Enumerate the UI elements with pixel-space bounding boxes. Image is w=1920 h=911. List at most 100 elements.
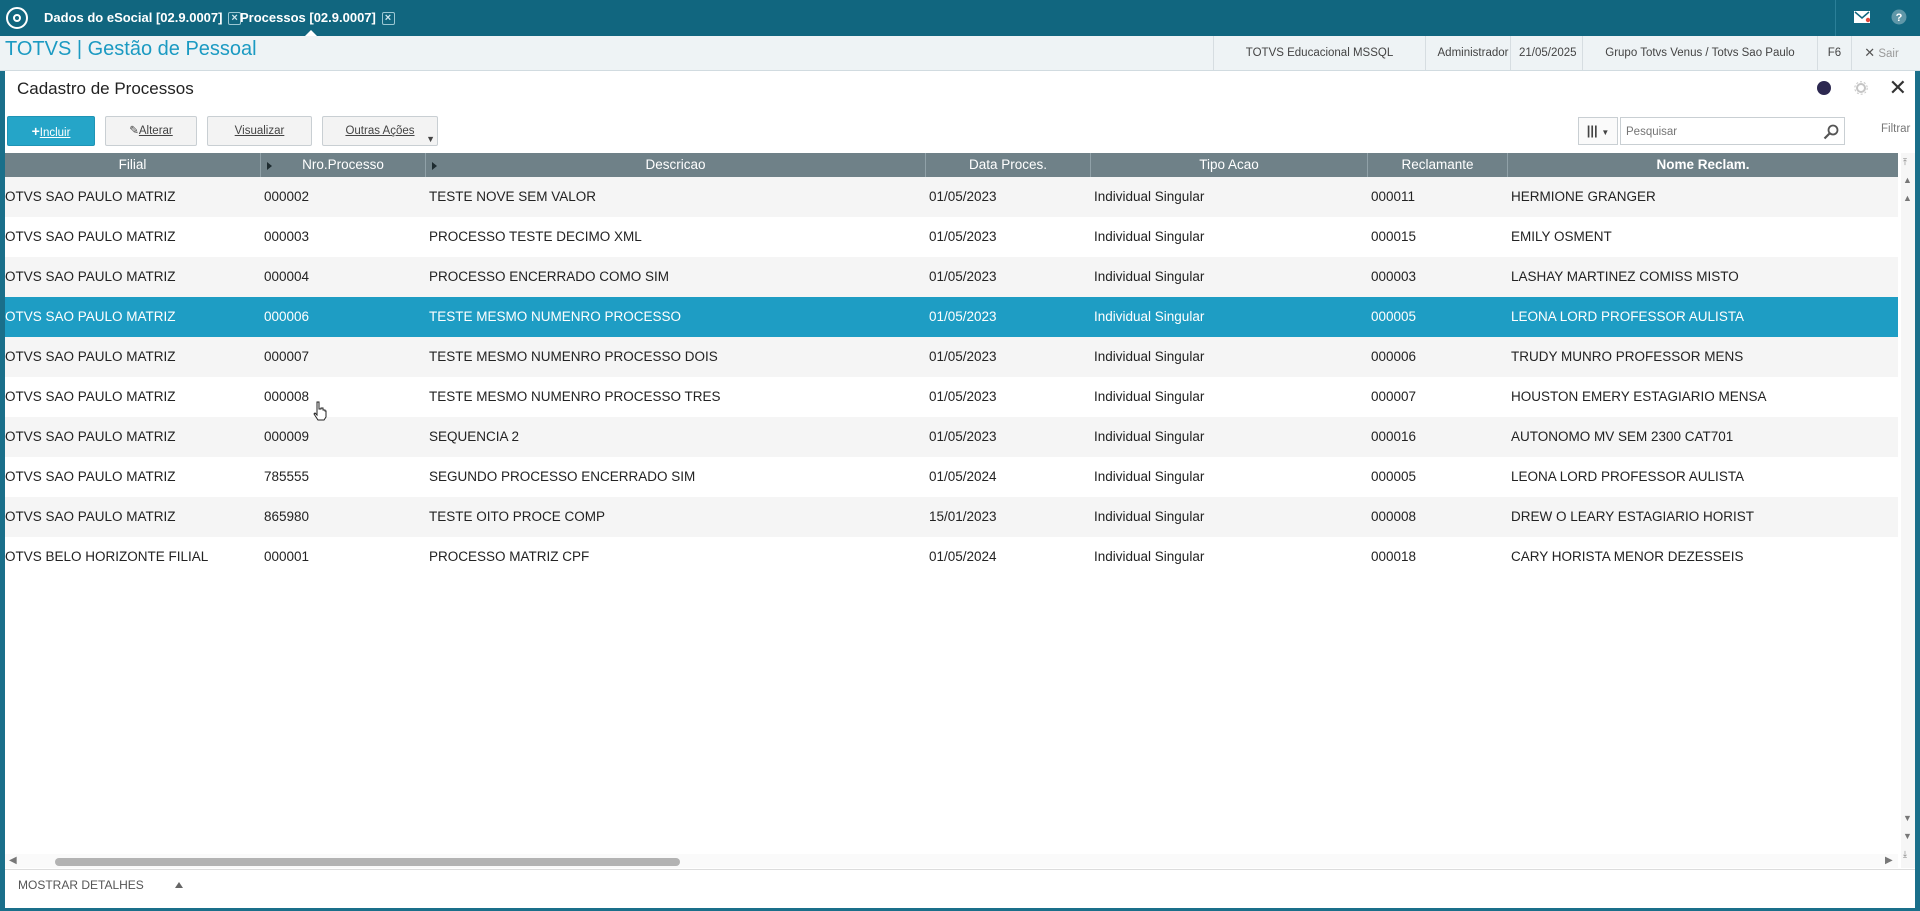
tab-processos[interactable]: Processos [02.9.0007] × (240, 8, 395, 28)
shortcut-f6[interactable]: F6 (1817, 36, 1851, 70)
scroll-page-down-icon[interactable]: ▼ (1903, 831, 1912, 841)
cell-nro-processo: 000002 (264, 189, 310, 204)
horizontal-scroll-thumb[interactable] (55, 858, 680, 866)
user-info: Administrador (1425, 36, 1520, 70)
scroll-top-icon[interactable]: ⤒ (1903, 157, 1907, 168)
outras-acoes-button[interactable]: Outras Ações ▼ (322, 116, 438, 146)
column-header-nro-processo[interactable]: Nro.Processo (261, 153, 426, 177)
table-row[interactable]: OTVS SAO PAULO MATRIZ 000002 TESTE NOVE SE… (5, 177, 1898, 217)
mail-icon[interactable] (1854, 11, 1870, 23)
column-resize-arrow-icon[interactable] (267, 162, 272, 170)
help-icon[interactable]: ? (1891, 9, 1907, 25)
table-row[interactable]: OTVS BELO HORIZONTE FILIAL 000001 PROCESSO… (5, 537, 1898, 577)
filtrar-link[interactable]: Filtrar (1881, 123, 1910, 135)
cell-data-proces: 01/05/2023 (929, 389, 997, 404)
window-title: Cadastro de Processos (17, 79, 194, 98)
column-header-tipo-acao[interactable]: Tipo Acao (1091, 153, 1368, 177)
table-row[interactable]: OTVS SAO PAULO MATRIZ 785555 SEGUNDO PROCE… (5, 457, 1898, 497)
table-row[interactable]: OTVS SAO PAULO MATRIZ 000007 TESTE MESMO N… (5, 337, 1898, 377)
table-row[interactable]: OTVS SAO PAULO MATRIZ 000004 PROCESSO ENCE… (5, 257, 1898, 297)
tab-dados-esocial[interactable]: Dados do eSocial [02.9.0007] × (44, 8, 242, 28)
cell-descricao: TESTE MESMO NUMENRO PROCESSO DOIS (429, 349, 718, 364)
status-icon[interactable] (1817, 81, 1831, 95)
chevron-down-icon: ▼ (426, 134, 435, 144)
cell-filial: OTVS SAO PAULO MATRIZ (5, 509, 176, 524)
alterar-button[interactable]: ✎Alterar (105, 116, 197, 146)
cell-data-proces: 01/05/2024 (929, 469, 997, 484)
cell-tipo-acao: Individual Singular (1094, 509, 1205, 524)
scroll-page-up-icon[interactable]: ▲ (1903, 175, 1912, 185)
cell-reclamante: 000005 (1371, 469, 1417, 484)
cell-tipo-acao: Individual Singular (1094, 229, 1205, 244)
exit-label: Sair (1878, 48, 1899, 60)
cell-tipo-acao: Individual Singular (1094, 189, 1205, 204)
close-icon: ✕ (1864, 45, 1876, 60)
cell-nro-processo: 000008 (264, 389, 310, 404)
cell-filial: OTVS SAO PAULO MATRIZ (5, 429, 176, 444)
horizontal-scrollbar[interactable]: ◀ ▶ (5, 854, 1898, 868)
cell-nome-reclam: LEONA LORD PROFESSOR AULISTA (1511, 469, 1745, 484)
cell-nome-reclam: TRUDY MUNRO PROFESSOR MENS (1511, 349, 1744, 364)
mostrar-detalhes-toggle[interactable]: MOSTRAR DETALHES (18, 878, 144, 892)
cell-reclamante: 000015 (1371, 229, 1417, 244)
cell-tipo-acao: Individual Singular (1094, 389, 1205, 404)
vertical-scrollbar[interactable]: ⤒ ▲ ▲ ▼ ▼ ⤓ (1901, 153, 1915, 868)
cell-filial: OTVS SAO PAULO MATRIZ (5, 349, 176, 364)
incluir-button[interactable]: +Incluir (7, 116, 95, 146)
table-row[interactable]: OTVS SAO PAULO MATRIZ 000009 SEQUENCIA 2 01… (5, 417, 1898, 457)
chevron-up-icon[interactable] (175, 882, 183, 888)
scroll-left-icon[interactable]: ◀ (9, 855, 17, 866)
incluir-label: Incluir (39, 127, 71, 139)
table-row[interactable]: OTVS SAO PAULO MATRIZ 000006 TESTE MESMO N… (5, 297, 1898, 337)
cell-reclamante: 000008 (1371, 509, 1417, 524)
svg-text:?: ? (1896, 12, 1903, 24)
cell-nome-reclam: DREW O LEARY ESTAGIARIO HORIST (1511, 509, 1755, 524)
column-header-data-proces[interactable]: Data Proces. (926, 153, 1091, 177)
app-title: TOTVS | Gestão de Pessoal (5, 38, 257, 60)
table-row[interactable]: OTVS SAO PAULO MATRIZ 000003 PROCESSO TEST… (5, 217, 1898, 257)
cell-descricao: TESTE NOVE SEM VALOR (429, 189, 597, 204)
table-row[interactable]: OTVS SAO PAULO MATRIZ 000008 TESTE MESMO N… (5, 377, 1898, 417)
exit-button[interactable]: ✕ Sair (1851, 36, 1911, 70)
cell-nome-reclam: CARY HORISTA MENOR DEZESSEIS (1511, 549, 1744, 564)
cell-descricao: TESTE MESMO NUMENRO PROCESSO TRES (429, 389, 721, 404)
cell-tipo-acao: Individual Singular (1094, 469, 1205, 484)
search-input[interactable] (1624, 119, 1808, 145)
cell-tipo-acao: Individual Singular (1094, 429, 1205, 444)
cell-tipo-acao: Individual Singular (1094, 349, 1205, 364)
cell-data-proces: 01/05/2023 (929, 429, 997, 444)
scroll-bottom-icon[interactable]: ⤓ (1903, 849, 1907, 860)
column-header-nome-reclam[interactable]: Nome Reclam. (1508, 153, 1898, 177)
column-header-reclamante[interactable]: Reclamante (1368, 153, 1508, 177)
details-footer: MOSTRAR DETALHES (5, 869, 1915, 900)
cell-reclamante: 000007 (1371, 389, 1417, 404)
cell-data-proces: 01/05/2023 (929, 229, 997, 244)
gear-icon[interactable] (1854, 81, 1868, 95)
scroll-right-icon[interactable]: ▶ (1885, 855, 1893, 866)
cell-reclamante: 000005 (1371, 309, 1417, 324)
cell-nro-processo: 000003 (264, 229, 310, 244)
cell-reclamante: 000018 (1371, 549, 1417, 564)
cell-filial: OTVS SAO PAULO MATRIZ (5, 389, 176, 404)
columns-selector[interactable]: ||| ▼ (1578, 117, 1618, 145)
pencil-icon: ✎ (129, 125, 139, 137)
cell-nro-processo: 785555 (264, 469, 310, 484)
window-close-icon[interactable]: ✕ (1889, 75, 1907, 101)
column-header-filial[interactable]: Filial (5, 153, 261, 177)
app-logo-icon[interactable] (6, 7, 28, 29)
columns-icon: ||| (1586, 123, 1598, 138)
scroll-down-icon[interactable]: ▼ (1903, 813, 1912, 823)
search-icon[interactable] (1823, 124, 1839, 140)
scroll-up-icon[interactable]: ▲ (1903, 193, 1912, 203)
tab-close-icon[interactable]: × (381, 12, 395, 25)
table-row[interactable]: OTVS SAO PAULO MATRIZ 865980 TESTE OITO PR… (5, 497, 1898, 537)
app-header: TOTVS | Gestão de Pessoal TOTVS Educacio… (0, 36, 1920, 93)
grid-header: Filial Nro.Processo Descricao Data Proce… (5, 153, 1898, 177)
visualizar-button[interactable]: Visualizar (207, 116, 312, 146)
cell-filial: OTVS SAO PAULO MATRIZ (5, 189, 176, 204)
cell-data-proces: 01/05/2023 (929, 309, 997, 324)
company-info[interactable]: Grupo Totvs Venus / Totvs Sao Paulo Matr… (1582, 36, 1817, 93)
column-resize-arrow-icon[interactable] (432, 162, 437, 170)
cell-tipo-acao: Individual Singular (1094, 309, 1205, 324)
column-header-descricao[interactable]: Descricao (426, 153, 926, 177)
